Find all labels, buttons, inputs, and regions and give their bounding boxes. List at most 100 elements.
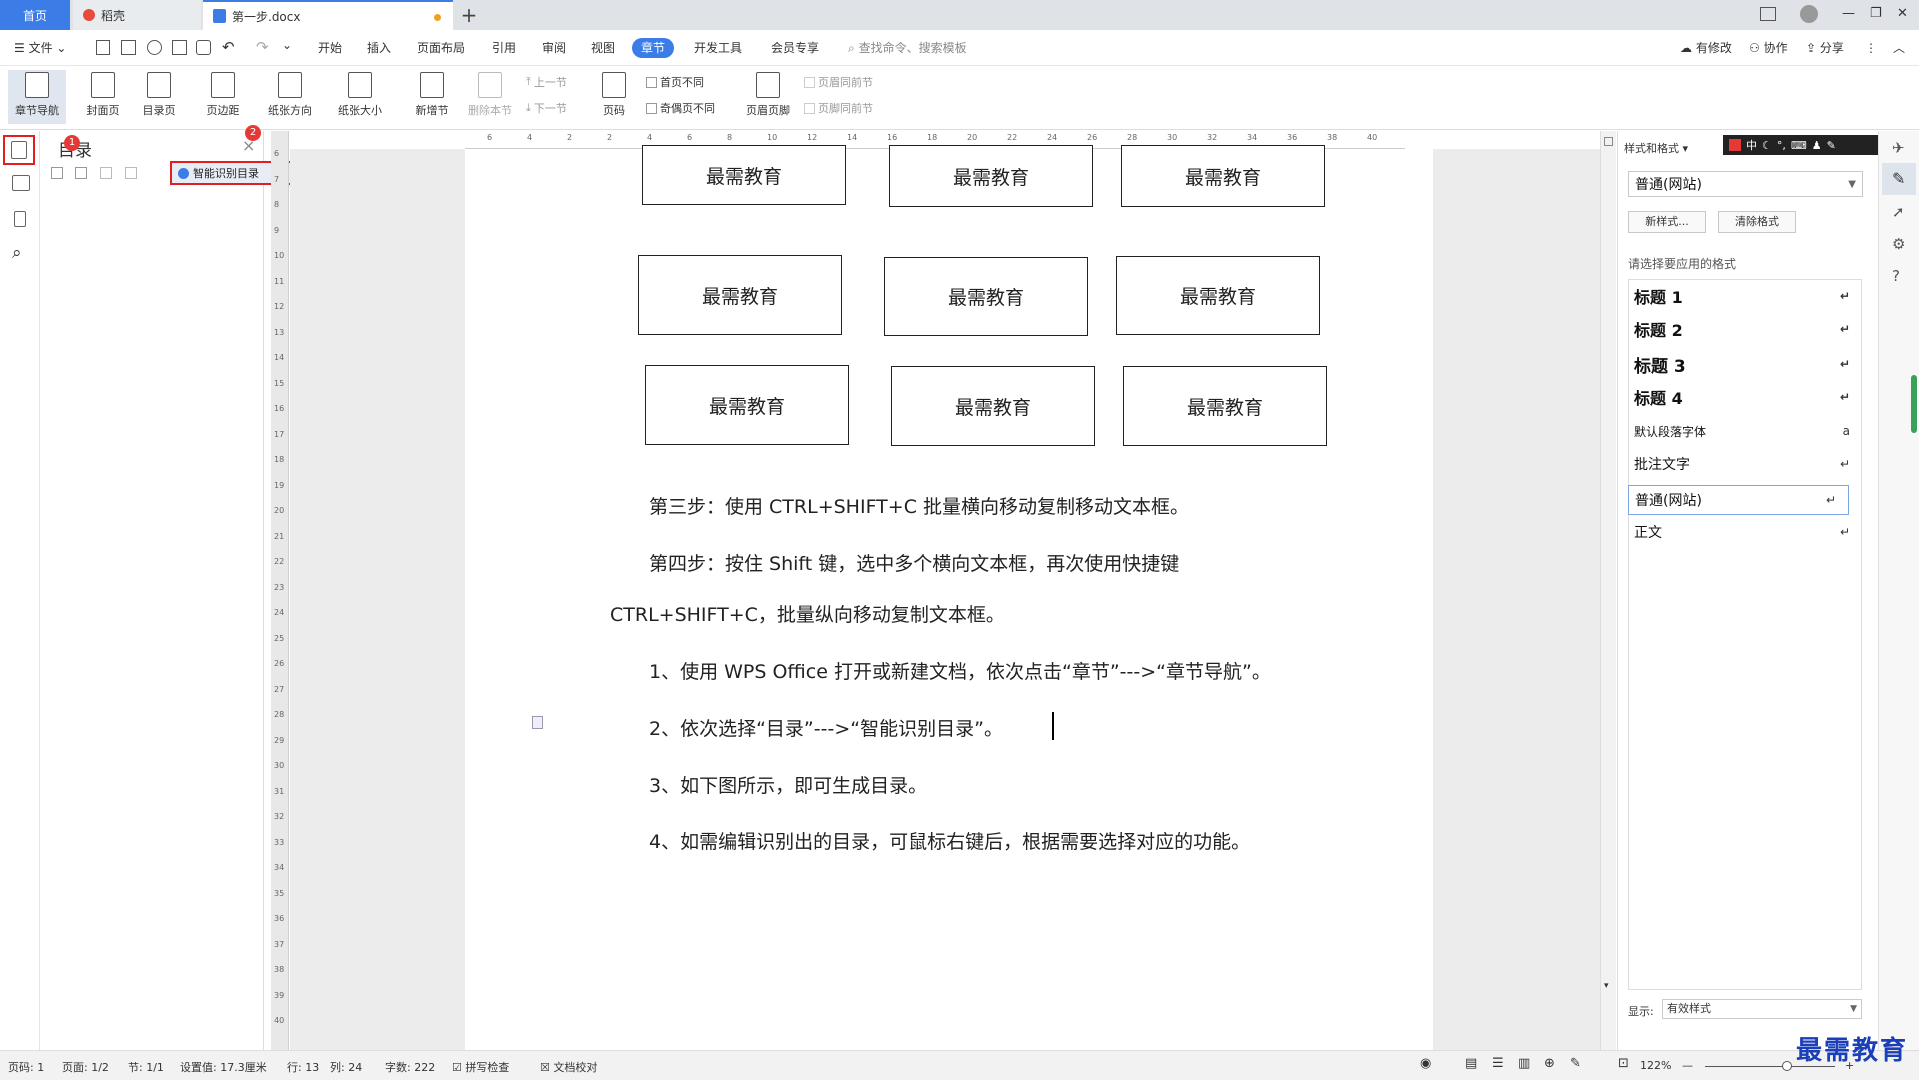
status-section[interactable]: 节: 1/1 xyxy=(128,1059,164,1075)
current-style-select[interactable]: 普通(网站) ▼ xyxy=(1628,171,1863,197)
collapse-ribbon-icon[interactable]: ︿ xyxy=(1893,38,1905,58)
paragraph[interactable]: CTRL+SHIFT+C，批量纵向移动复制文本框。 xyxy=(610,600,1005,627)
header-footer-button[interactable]: 页眉页脚 xyxy=(740,70,796,118)
style-item-comment-text[interactable]: 批注文字 ↵ xyxy=(1628,449,1862,479)
status-words[interactable]: 字数: 222 xyxy=(385,1059,435,1075)
styles-panel-header[interactable]: 样式和格式 ▾ xyxy=(1624,140,1688,156)
menu-view[interactable]: 视图 xyxy=(591,38,615,58)
ime-toolbar[interactable]: 中 ☾ °, ⌨ ♟ ✎ xyxy=(1723,135,1879,155)
close-panel-icon[interactable]: × xyxy=(242,136,255,155)
show-filter-select[interactable]: 有效样式 ▼ xyxy=(1662,999,1862,1019)
toc-page-button[interactable]: 目录页 xyxy=(134,70,184,118)
delete-section-button[interactable]: 删除本节 xyxy=(464,70,516,118)
redo-icon[interactable]: ↷ xyxy=(256,38,269,56)
tab-home[interactable]: 首页 xyxy=(0,0,70,30)
undo-icon[interactable]: ↶ xyxy=(222,38,235,56)
text-box[interactable]: 最需教育 xyxy=(1121,145,1325,207)
minimize-button[interactable]: — xyxy=(1842,6,1855,21)
file-menu[interactable]: ☰ 文件 ⌄ xyxy=(14,38,66,58)
new-style-button[interactable]: 新样式... xyxy=(1628,211,1706,233)
style-item-heading1[interactable]: 标题 1 ↵ xyxy=(1628,281,1862,311)
command-search[interactable]: ⌕ 查找命令、搜索模板 xyxy=(848,38,967,58)
vertical-scrollbar[interactable]: ▾ xyxy=(1600,131,1616,1050)
outline-view-icon[interactable]: ☰ xyxy=(1492,1056,1504,1071)
spell-check-button[interactable]: ☑ 拼写检查 xyxy=(452,1059,509,1075)
search-icon[interactable]: ⌕ xyxy=(12,243,22,263)
scroll-down-icon[interactable]: ▾ xyxy=(1604,981,1609,991)
reading-view-icon[interactable]: ▥ xyxy=(1518,1056,1530,1071)
odd-even-different-checkbox[interactable]: 奇偶页不同 xyxy=(646,100,715,116)
menu-references[interactable]: 引用 xyxy=(492,38,516,58)
next-section-button[interactable]: ⤓ 下一节 xyxy=(526,100,567,116)
status-pages[interactable]: 页面: 1/2 xyxy=(62,1059,109,1075)
text-box[interactable]: 最需教育 xyxy=(642,145,846,205)
toc-panel-toggle[interactable] xyxy=(3,135,35,165)
styles-panel-toggle[interactable]: ✎ xyxy=(1882,163,1916,195)
orientation-button[interactable]: 纸张方向 xyxy=(260,70,320,118)
zoom-level[interactable]: 122% xyxy=(1640,1059,1671,1072)
clear-format-button[interactable]: 清除格式 xyxy=(1718,211,1796,233)
menu-insert[interactable]: 插入 xyxy=(367,38,391,58)
new-doc-icon[interactable] xyxy=(96,40,110,55)
paragraph[interactable]: 1、使用 WPS Office 打开或新建文档，依次点击“章节”--->“章节导… xyxy=(649,657,1271,684)
select-cursor-icon[interactable]: ➚ xyxy=(1892,203,1905,221)
format-painter-icon[interactable] xyxy=(147,40,162,55)
paragraph[interactable]: 3、如下图所示，即可生成目录。 xyxy=(649,771,927,798)
paragraph-handle-icon[interactable] xyxy=(532,716,543,729)
eye-protection-icon[interactable]: ◉ xyxy=(1420,1056,1431,1071)
more-chevron-icon[interactable]: ⌄ xyxy=(282,38,292,52)
menu-developer[interactable]: 开发工具 xyxy=(694,38,742,58)
restore-button[interactable]: ❐ xyxy=(1870,6,1882,21)
help-icon[interactable]: ? xyxy=(1892,267,1900,285)
text-box[interactable]: 最需教育 xyxy=(1123,366,1327,446)
text-box[interactable]: 最需教育 xyxy=(638,255,842,335)
user-avatar-icon[interactable] xyxy=(1800,5,1818,23)
zoom-slider-thumb[interactable] xyxy=(1782,1061,1792,1071)
first-page-different-checkbox[interactable]: 首页不同 xyxy=(646,74,704,90)
new-tab-button[interactable]: + xyxy=(458,4,480,26)
paragraph[interactable]: 4、如需编辑识别出的目录，可鼠标右键后，根据需要选择对应的功能。 xyxy=(649,827,1250,854)
menu-review[interactable]: 审阅 xyxy=(542,38,566,58)
status-col[interactable]: 列: 24 xyxy=(330,1059,362,1075)
add-level-icon[interactable] xyxy=(100,167,112,179)
page-number-button[interactable]: 页码 xyxy=(594,70,634,118)
collaborate-button[interactable]: ⚇ 协作 xyxy=(1749,38,1788,58)
paragraph[interactable]: 第三步：使用 CTRL+SHIFT+C 批量横向移动复制移动文本框。 xyxy=(649,492,1189,519)
share-button[interactable]: ⇪ 分享 xyxy=(1806,38,1844,58)
web-view-icon[interactable]: ⊕ xyxy=(1544,1056,1555,1071)
print-preview-icon[interactable] xyxy=(196,40,211,55)
paragraph[interactable]: 2、依次选择“目录”--->“智能识别目录”。 xyxy=(649,714,1003,741)
paragraph[interactable]: 第四步：按住 Shift 键，选中多个横向文本框，再次使用快捷键 xyxy=(649,549,1179,576)
style-item-heading2[interactable]: 标题 2 ↵ xyxy=(1628,314,1862,344)
header-same-as-previous-checkbox[interactable]: 页眉同前节 xyxy=(804,74,873,90)
menu-page-layout[interactable]: 页面布局 xyxy=(417,38,465,58)
status-row[interactable]: 行: 13 xyxy=(287,1059,319,1075)
status-page[interactable]: 页码: 1 xyxy=(8,1059,44,1075)
expand-up-icon[interactable] xyxy=(75,167,87,179)
zoom-out-button[interactable]: — xyxy=(1682,1059,1693,1072)
footer-same-as-previous-checkbox[interactable]: 页脚同前节 xyxy=(804,100,873,116)
prev-section-button[interactable]: ⤒ 上一节 xyxy=(526,74,567,90)
page-view-icon[interactable]: ▤ xyxy=(1465,1056,1477,1071)
close-window-button[interactable]: ✕ xyxy=(1897,6,1908,21)
status-setting[interactable]: 设置值: 17.3厘米 xyxy=(180,1059,267,1075)
margins-button[interactable]: 页边距 xyxy=(198,70,248,118)
save-icon[interactable] xyxy=(121,40,136,55)
quick-style-icon[interactable]: ✈ xyxy=(1892,139,1905,157)
more-options-icon[interactable]: ⋮ xyxy=(1865,38,1877,58)
text-box[interactable]: 最需教育 xyxy=(645,365,849,445)
menu-section[interactable]: 章节 xyxy=(632,38,675,58)
collapse-all-icon[interactable] xyxy=(51,167,63,179)
tab-document[interactable]: 第一步.docx xyxy=(203,0,453,30)
panel-scroll-thumb[interactable] xyxy=(1911,375,1917,433)
style-item-heading3[interactable]: 标题 3 ↵ xyxy=(1628,349,1862,379)
cover-page-button[interactable]: 封面页 xyxy=(78,70,128,118)
style-item-body[interactable]: 正文 ↵ xyxy=(1628,517,1862,547)
vertical-ruler[interactable]: 6 7 8 9 10 11 12 13 14 15 16 17 18 19 20 21 22 23 24 25 26 27… xyxy=(271,131,289,1050)
text-box[interactable]: 最需教育 xyxy=(884,257,1088,336)
write-mode-icon[interactable]: ✎ xyxy=(1570,1056,1581,1071)
tab-daoke[interactable]: 稻壳 xyxy=(73,0,201,30)
menu-start[interactable]: 开始 xyxy=(318,38,342,58)
text-box[interactable]: 最需教育 xyxy=(889,145,1093,207)
style-item-heading4[interactable]: 标题 4 ↵ xyxy=(1628,382,1862,412)
